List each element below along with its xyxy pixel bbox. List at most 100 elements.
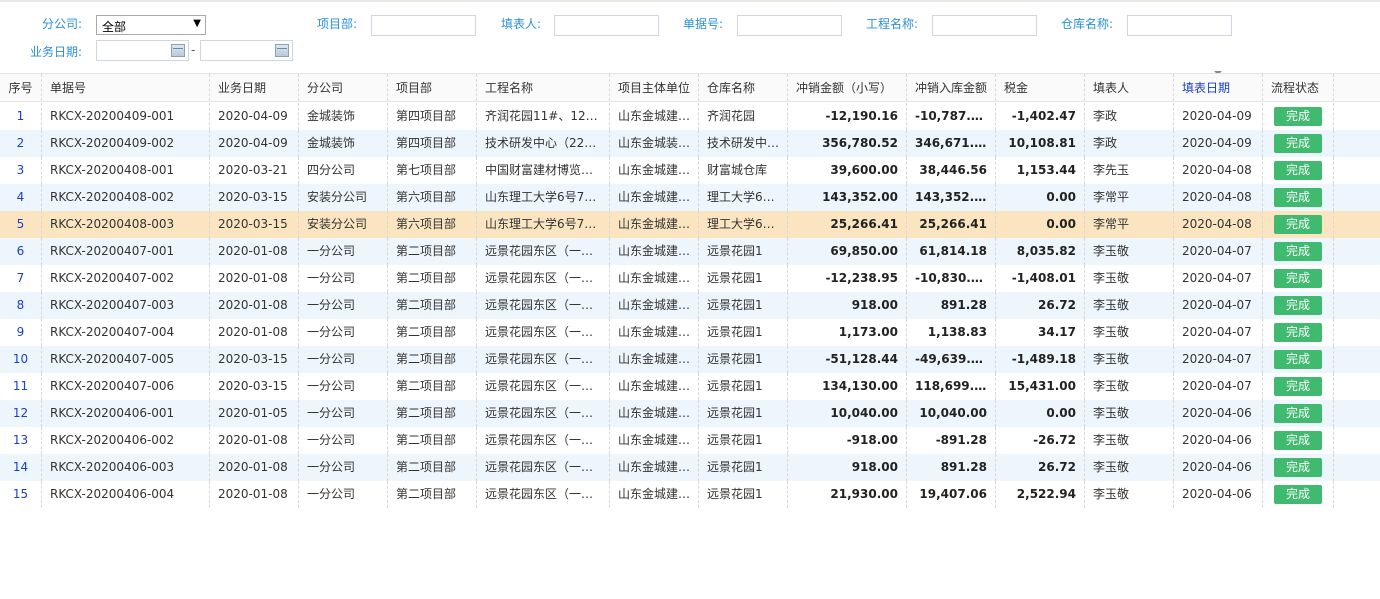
cell-col-doc-no[interactable]: RKCX-20200408-001	[42, 157, 210, 184]
date-end-input[interactable]	[200, 40, 293, 61]
cell-col-biz-date: 2020-03-15	[210, 373, 299, 400]
cell-col-tax: -1,402.47	[996, 103, 1085, 130]
cell-col-writeoff-amount: 69,850.00	[788, 238, 907, 265]
cell-col-filler: 李政	[1085, 130, 1174, 157]
header-col-writeoff-stock-amount[interactable]: 冲销入库金额	[907, 74, 996, 101]
table-row[interactable]: 11 RKCX-20200407-006 2020-03-15 一分公司 第二项目部 远景…	[0, 373, 1380, 400]
cell-col-status: 完成	[1263, 400, 1334, 427]
table-row[interactable]: 9 RKCX-20200407-004 2020-01-08 一分公司 第二项目部 远景花…	[0, 319, 1380, 346]
status-done-button[interactable]: 完成	[1274, 134, 1322, 153]
doc-no-input[interactable]	[737, 15, 842, 36]
cell-col-doc-no[interactable]: RKCX-20200407-006	[42, 373, 210, 400]
cell-col-project-dept: 第六项目部	[388, 211, 477, 238]
status-done-button[interactable]: 完成	[1274, 269, 1322, 288]
calendar-icon[interactable]	[275, 44, 289, 57]
cell-col-tax: -1,489.18	[996, 346, 1085, 373]
cell-col-fill-date: 2020-04-07	[1174, 319, 1263, 346]
cell-col-filler: 李玉敬	[1085, 454, 1174, 481]
table-row[interactable]: 4 RKCX-20200408-002 2020-03-15 安装分公司 第六项目部 山东…	[0, 184, 1380, 211]
cell-col-doc-no[interactable]: RKCX-20200407-002	[42, 265, 210, 292]
calendar-icon[interactable]	[171, 44, 185, 57]
status-done-button[interactable]: 完成	[1274, 404, 1322, 423]
cell-col-warehouse: 技术研发中…	[699, 130, 788, 157]
cell-col-index: 14	[0, 454, 42, 481]
cell-col-writeoff-amount: -12,190.16	[788, 103, 907, 130]
cell-col-doc-no[interactable]: RKCX-20200407-003	[42, 292, 210, 319]
cell-col-doc-no[interactable]: RKCX-20200409-001	[42, 103, 210, 130]
status-done-button[interactable]: 完成	[1274, 431, 1322, 450]
header-col-doc-no[interactable]: 单据号	[42, 74, 210, 101]
cell-col-company: 一分公司	[299, 265, 388, 292]
table-row[interactable]: 7 RKCX-20200407-002 2020-01-08 一分公司 第二项目部 远景花…	[0, 265, 1380, 292]
table-row[interactable]: 8 RKCX-20200407-003 2020-01-08 一分公司 第二项目部 远景花…	[0, 292, 1380, 319]
header-col-biz-date[interactable]: 业务日期	[210, 74, 299, 101]
table-row[interactable]: 5 RKCX-20200408-003 2020-03-15 安装分公司 第六项目部 山东…	[0, 211, 1380, 238]
filler-input[interactable]	[554, 15, 659, 36]
header-col-fill-date[interactable]: 填表日期	[1174, 74, 1263, 101]
company-select[interactable]: 全部 ▼	[96, 15, 206, 35]
cell-col-doc-no[interactable]: RKCX-20200406-001	[42, 400, 210, 427]
top-border	[0, 0, 1380, 2]
cell-col-doc-no[interactable]: RKCX-20200406-004	[42, 481, 210, 508]
cell-col-biz-date: 2020-03-15	[210, 346, 299, 373]
status-done-button[interactable]: 完成	[1274, 107, 1322, 126]
header-col-tax[interactable]: 税金	[996, 74, 1085, 101]
table-row[interactable]: 1 RKCX-20200409-001 2020-04-09 金城装饰 第四项目部 齐润花…	[0, 103, 1380, 130]
header-col-status[interactable]: 流程状态	[1263, 74, 1334, 101]
cell-col-doc-no[interactable]: RKCX-20200409-002	[42, 130, 210, 157]
status-done-button[interactable]: 完成	[1274, 188, 1322, 207]
status-done-button[interactable]: 完成	[1274, 458, 1322, 477]
table-row[interactable]: 15 RKCX-20200406-004 2020-01-08 一分公司 第二项目部 远景…	[0, 481, 1380, 508]
status-done-button[interactable]: 完成	[1274, 350, 1322, 369]
cell-col-doc-no[interactable]: RKCX-20200407-005	[42, 346, 210, 373]
cell-col-project-dept: 第四项目部	[388, 130, 477, 157]
cell-col-doc-no[interactable]: RKCX-20200406-002	[42, 427, 210, 454]
date-start-input[interactable]	[96, 40, 189, 61]
cell-col-company: 一分公司	[299, 400, 388, 427]
table-row[interactable]: 2 RKCX-20200409-002 2020-04-09 金城装饰 第四项目部 技术研…	[0, 130, 1380, 157]
header-col-index[interactable]: 序号	[0, 74, 42, 101]
table-row[interactable]: 14 RKCX-20200406-003 2020-01-08 一分公司 第二项目部 远景…	[0, 454, 1380, 481]
status-done-button[interactable]: 完成	[1274, 485, 1322, 504]
status-done-button[interactable]: 完成	[1274, 215, 1322, 234]
status-done-button[interactable]: 完成	[1274, 323, 1322, 342]
cell-col-owner-unit: 山东金城建…	[610, 211, 699, 238]
cell-col-index: 12	[0, 400, 42, 427]
cell-col-doc-no[interactable]: RKCX-20200406-003	[42, 454, 210, 481]
project-dept-input[interactable]	[371, 15, 476, 36]
header-col-project-name[interactable]: 工程名称	[477, 74, 610, 101]
cell-col-writeoff-stock-amount: 118,699.00	[907, 373, 996, 400]
cell-col-biz-date: 2020-04-09	[210, 103, 299, 130]
header-col-writeoff-amount[interactable]: 冲销金额（小写）	[788, 74, 907, 101]
table-row[interactable]: 13 RKCX-20200406-002 2020-01-08 一分公司 第二项目部 远景…	[0, 427, 1380, 454]
header-col-filler[interactable]: 填表人	[1085, 74, 1174, 101]
table-row[interactable]: 12 RKCX-20200406-001 2020-01-05 一分公司 第二项目部 远景…	[0, 400, 1380, 427]
header-col-owner-unit[interactable]: 项目主体单位	[610, 74, 699, 101]
cell-col-filler: 李玉敬	[1085, 265, 1174, 292]
warehouse-input[interactable]	[1127, 15, 1232, 36]
status-done-button[interactable]: 完成	[1274, 242, 1322, 261]
cell-col-doc-no[interactable]: RKCX-20200408-003	[42, 211, 210, 238]
cell-col-index: 1	[0, 103, 42, 130]
table-row[interactable]: 3 RKCX-20200408-001 2020-03-21 四分公司 第七项目部 中国财…	[0, 157, 1380, 184]
cell-col-filler: 李先玉	[1085, 157, 1174, 184]
status-done-button[interactable]: 完成	[1274, 377, 1322, 396]
cell-col-filler: 李政	[1085, 103, 1174, 130]
cell-col-status: 完成	[1263, 265, 1334, 292]
cell-col-doc-no[interactable]: RKCX-20200407-004	[42, 319, 210, 346]
cell-col-doc-no[interactable]: RKCX-20200408-002	[42, 184, 210, 211]
cell-col-doc-no[interactable]: RKCX-20200407-001	[42, 238, 210, 265]
project-name-input[interactable]	[932, 15, 1037, 36]
table-row[interactable]: 10 RKCX-20200407-005 2020-03-15 一分公司 第二项目部 远景…	[0, 346, 1380, 373]
cell-col-owner-unit: 山东金城建…	[610, 184, 699, 211]
status-done-button[interactable]: 完成	[1274, 161, 1322, 180]
date-separator: -	[191, 43, 196, 57]
cell-col-filler: 李常平	[1085, 211, 1174, 238]
header-col-project-dept[interactable]: 项目部	[388, 74, 477, 101]
table-row[interactable]: 6 RKCX-20200407-001 2020-01-08 一分公司 第二项目部 远景花…	[0, 238, 1380, 265]
cell-col-project-dept: 第二项目部	[388, 427, 477, 454]
cell-col-warehouse: 远景花园1	[699, 319, 788, 346]
status-done-button[interactable]: 完成	[1274, 296, 1322, 315]
header-col-company[interactable]: 分公司	[299, 74, 388, 101]
header-col-warehouse[interactable]: 仓库名称	[699, 74, 788, 101]
